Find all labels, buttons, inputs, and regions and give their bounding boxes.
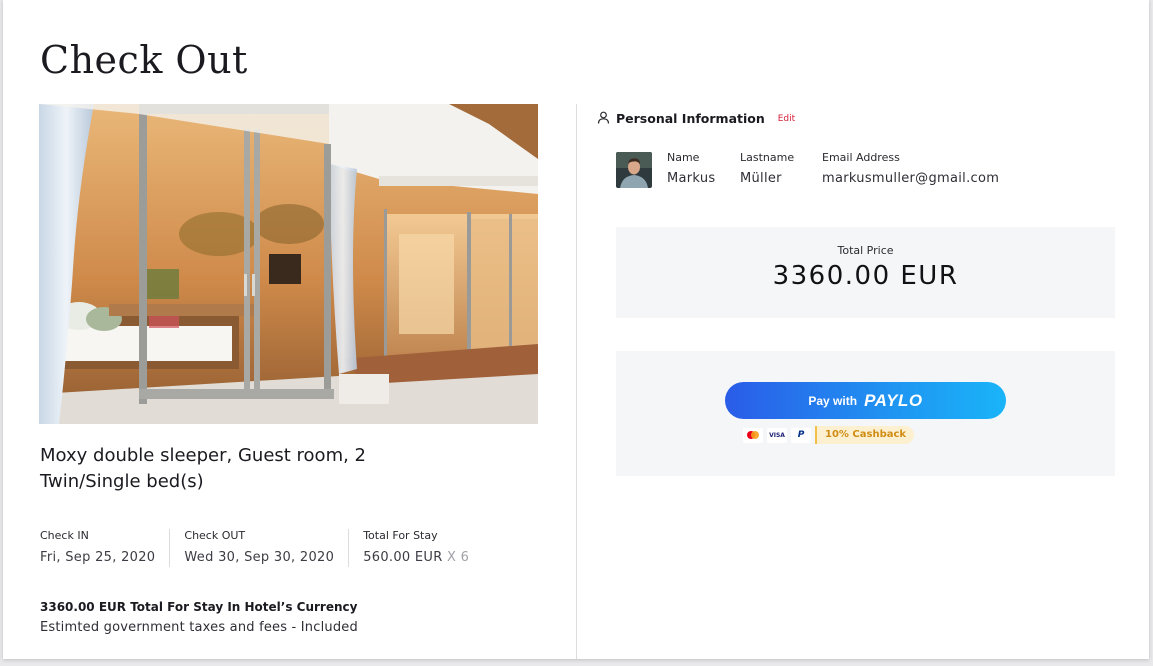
tax-note: Estimted government taxes and fees - Inc… (40, 620, 358, 635)
total-price-label: Total Price (837, 244, 894, 257)
lastname-label: Lastname (740, 151, 795, 164)
total-for-stay-label: Total For Stay (363, 529, 438, 542)
stay-details: Check IN Fri, Sep 25, 2020 Check OUT Wed… (40, 529, 497, 567)
cashback-badge: 10% Cashback (815, 426, 915, 444)
pay-with-label: Pay with (808, 393, 858, 408)
check-out-value: Wed 30, Sep 30, 2020 (184, 550, 335, 565)
visa-icon: VISA (767, 427, 787, 443)
personal-info-title: Personal Information (616, 111, 765, 126)
lastname-value: Müller (740, 171, 782, 186)
total-price-value: 3360.00 EUR (772, 261, 959, 291)
name-label: Name (667, 151, 700, 164)
hotel-currency-total: 3360.00 EUR Total For Stay In Hotel’s Cu… (40, 600, 358, 614)
check-in-column: Check IN Fri, Sep 25, 2020 (40, 529, 171, 567)
paypal-icon: P (791, 427, 811, 443)
email-value: markusmuller@gmail.com (822, 171, 1000, 186)
check-out-label: Check OUT (184, 529, 246, 542)
check-in-label: Check IN (40, 529, 89, 542)
check-in-value: Fri, Sep 25, 2020 (40, 550, 156, 565)
name-field: Name Markus (667, 151, 715, 186)
avatar (616, 152, 652, 188)
column-divider (576, 104, 577, 659)
pay-with-paylo-button[interactable]: Pay with PAYLO (725, 382, 1006, 419)
user-icon (597, 109, 610, 128)
total-for-stay-value: 560.00 EUR X 6 (363, 550, 469, 565)
checkout-card: Check Out Moxy double sleeper, Guest roo… (3, 0, 1149, 659)
room-photo (39, 104, 538, 424)
total-price-panel: Total Price 3360.00 EUR (616, 227, 1115, 318)
email-field: Email Address markusmuller@gmail.com (822, 151, 999, 186)
page-title: Check Out (40, 38, 248, 82)
nights-multiplier: X 6 (447, 550, 470, 565)
payment-methods: VISA P 10% Cashback (743, 426, 915, 444)
room-name: Moxy double sleeper, Guest room, 2 Twin/… (40, 445, 367, 492)
payment-panel: Pay with PAYLO VISA P 10% Cashback (616, 351, 1115, 476)
total-for-stay-column: Total For Stay 560.00 EUR X 6 (363, 529, 483, 567)
email-label: Email Address (822, 151, 900, 164)
check-out-column: Check OUT Wed 30, Sep 30, 2020 (184, 529, 350, 567)
mastercard-icon (743, 427, 763, 443)
personal-info-header: Personal Information Edit (597, 109, 795, 128)
paylo-logo: PAYLO (864, 390, 923, 410)
lastname-field: Lastname Müller (740, 151, 794, 186)
name-value: Markus (667, 171, 716, 186)
edit-personal-info-link[interactable]: Edit (778, 114, 795, 124)
nightly-price: 560.00 EUR (363, 550, 443, 565)
